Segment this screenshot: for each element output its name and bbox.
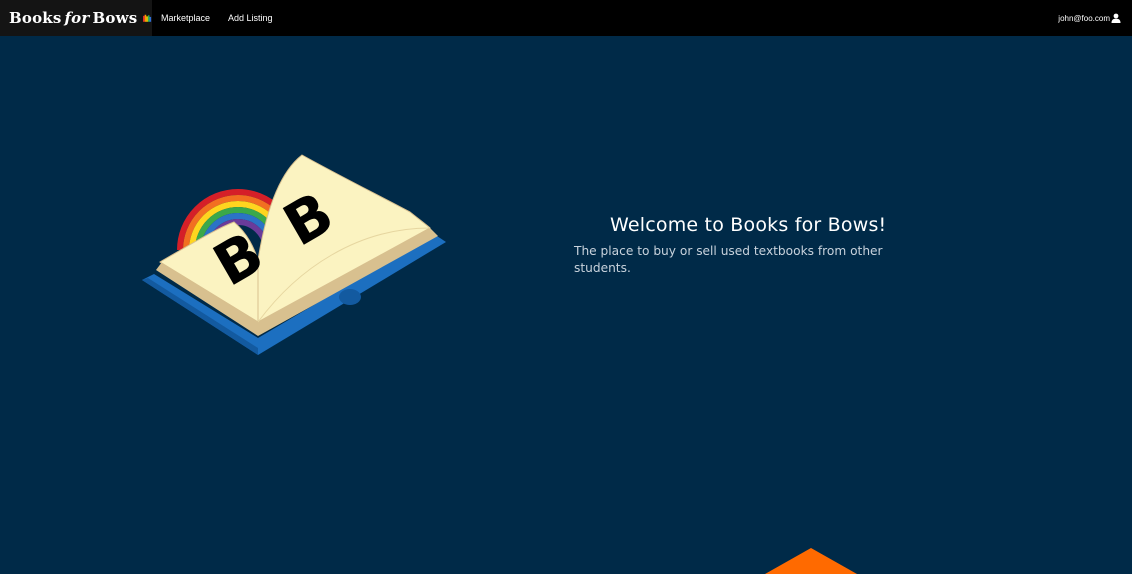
user-icon [1111, 13, 1121, 23]
page-title: Welcome to Books for Bows! [610, 214, 887, 236]
open-book-rainbow-icon: B B [142, 154, 446, 355]
top-navbar: Books for Bows Marketplace Add Listing joh… [0, 0, 1132, 36]
user-email: john@foo.com [1058, 13, 1110, 23]
brand-name: Books for Bows [9, 9, 138, 27]
scroll-up-indicator [765, 548, 857, 574]
nav-link-add-listing[interactable]: Add Listing [228, 13, 273, 23]
nav-link-marketplace[interactable]: Marketplace [161, 13, 210, 23]
user-menu[interactable]: john@foo.com [1058, 0, 1121, 36]
brand-logo-link[interactable]: Books for Bows [0, 0, 152, 36]
page-subtitle: The place to buy or sell used textbooks … [574, 244, 883, 275]
welcome-section: Welcome to Books for Bows! The place to … [574, 214, 904, 277]
books-icon [143, 14, 152, 22]
